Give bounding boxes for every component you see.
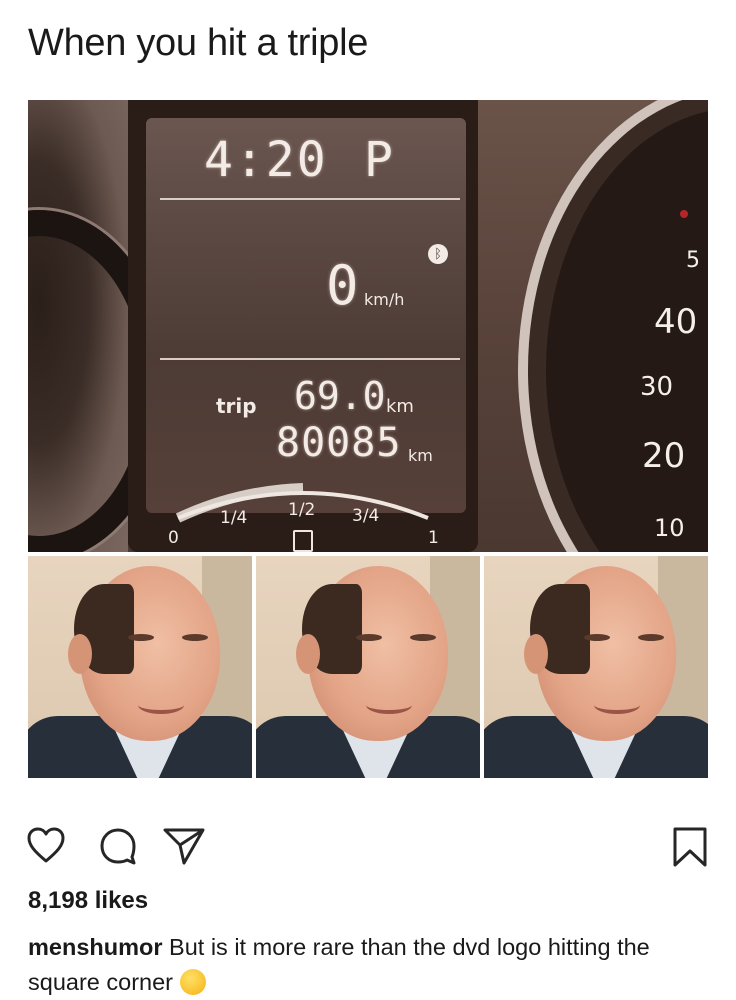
caption-username[interactable]: menshumor [28,934,163,960]
trip-label: trip [216,394,257,418]
gauge-number-30: 30 [640,372,674,402]
fuel-tick-half: 1/2 [288,500,316,520]
meme-title: When you hit a triple [28,22,369,64]
bluetooth-icon: ᛒ [428,244,448,264]
fuel-tick-0: 0 [168,528,179,548]
odometer-unit: km [408,446,433,465]
odometer-value: 80085 [276,420,402,466]
share-icon[interactable] [162,826,206,866]
fuel-tick-quarter: 1/4 [220,508,248,528]
dashboard-left-panel [28,100,170,552]
face-photo-3 [484,556,708,778]
heart-icon[interactable] [26,826,66,864]
thinking-face-emoji-icon [179,969,206,995]
trip-unit: km [386,396,414,417]
fuel-tick-full: 1 [428,528,439,548]
clock-suffix: P [364,132,393,188]
face-photo-2 [256,556,480,778]
speed-value: 0 [326,254,359,317]
lcd-divider-top [160,198,460,200]
lcd-frame: 4:20 P ᛒ 0 km/h trip 69.0 km 80085 km 0 … [128,100,478,552]
photo-row [28,556,708,778]
gauge-red-marker [680,210,688,218]
lcd-display: 4:20 P ᛒ 0 km/h trip 69.0 km 80085 km [146,118,466,513]
gauge-number-5: 5 [686,248,700,273]
post-caption: menshumor But is it more rare than the d… [28,930,718,1000]
fuel-tick-three-quarter: 3/4 [352,506,380,526]
dashboard-photo: 5 40 30 20 10 4:20 P ᛒ 0 km/h trip 69.0 … [28,100,708,552]
gauge-number-20: 20 [642,436,686,476]
fuel-pump-icon [293,530,313,552]
lcd-divider-bottom [160,358,460,360]
clock-time: 4:20 [204,132,328,188]
trip-value: 69.0 [294,374,386,418]
bookmark-icon[interactable] [672,826,708,868]
gauge-number-10: 10 [654,514,685,542]
speed-unit: km/h [364,290,405,309]
gauge-number-40: 40 [654,302,698,342]
likes-count[interactable]: 8,198 likes [28,887,148,915]
comment-icon[interactable] [99,827,137,865]
face-photo-1 [28,556,252,778]
